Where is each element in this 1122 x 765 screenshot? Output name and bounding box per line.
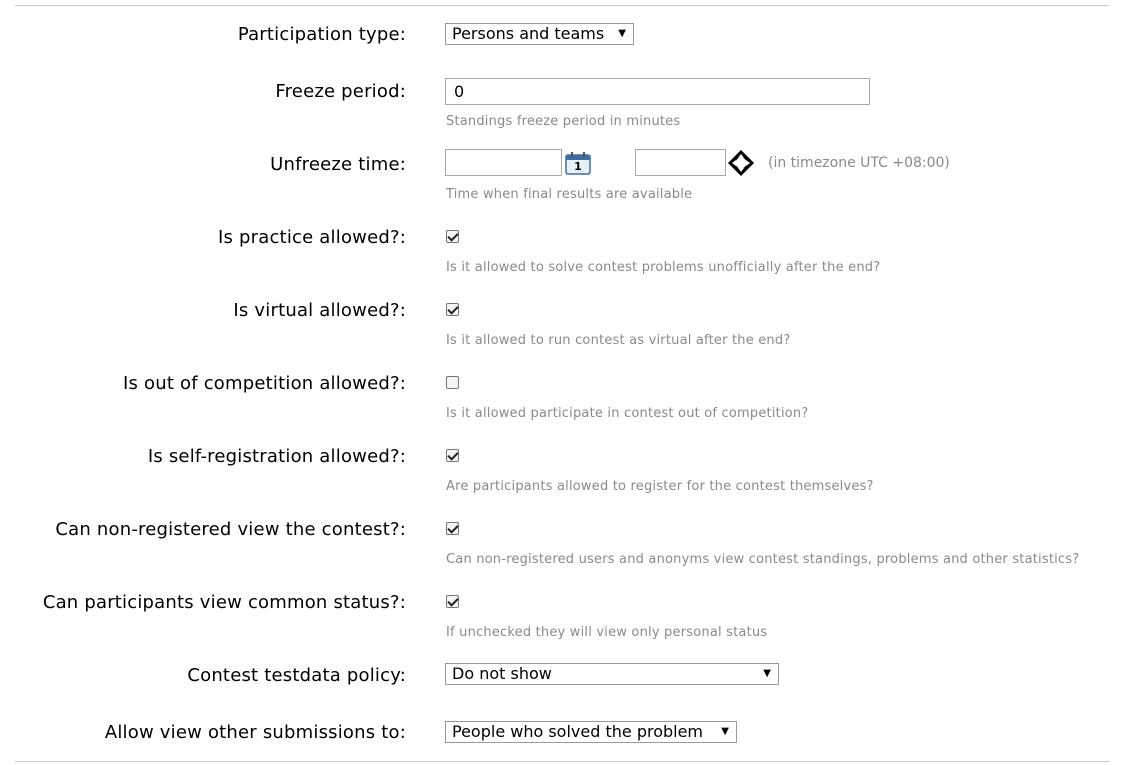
freeze-period-input[interactable] <box>445 78 870 105</box>
out-of-competition-checkbox[interactable] <box>446 376 459 389</box>
unfreeze-time-hint: Time when final results are available <box>446 187 693 202</box>
practice-allowed-checkbox[interactable] <box>446 230 459 243</box>
unfreeze-date-input[interactable] <box>445 149 562 176</box>
testdata-policy-label: Contest testdata policy: <box>187 665 406 686</box>
virtual-allowed-label: Is virtual allowed?: <box>233 300 406 321</box>
view-other-submissions-select[interactable]: People who solved the problem ▼ <box>445 721 737 743</box>
unfreeze-time-input[interactable] <box>635 149 726 176</box>
freeze-period-hint: Standings freeze period in minutes <box>446 114 681 129</box>
participation-type-label: Participation type: <box>237 24 406 45</box>
view-other-submissions-label: Allow view other submissions to: <box>104 722 406 743</box>
calendar-day-number: 1 <box>574 160 582 173</box>
self-registration-label: Is self-registration allowed?: <box>147 446 406 467</box>
common-status-label: Can participants view common status?: <box>42 592 406 613</box>
calendar-icon[interactable]: 1 <box>565 151 591 175</box>
participation-type-select[interactable]: Persons and teams ▼ <box>445 23 634 45</box>
chevron-down-icon: ▼ <box>721 726 729 737</box>
timezone-note: (in timezone UTC +08:00) <box>768 155 950 171</box>
common-status-checkbox[interactable] <box>446 595 459 608</box>
practice-allowed-hint: Is it allowed to solve contest problems … <box>446 260 881 275</box>
testdata-policy-select[interactable]: Do not show ▼ <box>445 663 779 685</box>
freeze-period-label: Freeze period: <box>275 81 406 102</box>
testdata-policy-value: Do not show <box>452 664 552 683</box>
non-registered-view-checkbox[interactable] <box>446 522 459 535</box>
virtual-allowed-hint: Is it allowed to run contest as virtual … <box>446 333 791 348</box>
view-other-submissions-value: People who solved the problem <box>452 722 704 741</box>
non-registered-view-label: Can non-registered view the contest?: <box>55 519 406 540</box>
clock-picker-icon[interactable] <box>728 150 754 176</box>
self-registration-hint: Are participants allowed to register for… <box>446 479 874 494</box>
chevron-down-icon: ▼ <box>763 668 771 679</box>
chevron-down-icon: ▼ <box>618 28 626 39</box>
virtual-allowed-checkbox[interactable] <box>446 303 459 316</box>
common-status-hint: If unchecked they will view only persona… <box>446 625 768 640</box>
non-registered-view-hint: Can non-registered users and anonyms vie… <box>446 552 1080 567</box>
out-of-competition-hint: Is it allowed participate in contest out… <box>446 406 809 421</box>
unfreeze-time-label: Unfreeze time: <box>270 154 406 175</box>
participation-type-value: Persons and teams <box>452 24 605 43</box>
self-registration-checkbox[interactable] <box>446 449 459 462</box>
top-divider <box>15 5 1109 6</box>
practice-allowed-label: Is practice allowed?: <box>218 227 406 248</box>
out-of-competition-label: Is out of competition allowed?: <box>123 373 406 394</box>
bottom-divider <box>15 761 1109 762</box>
